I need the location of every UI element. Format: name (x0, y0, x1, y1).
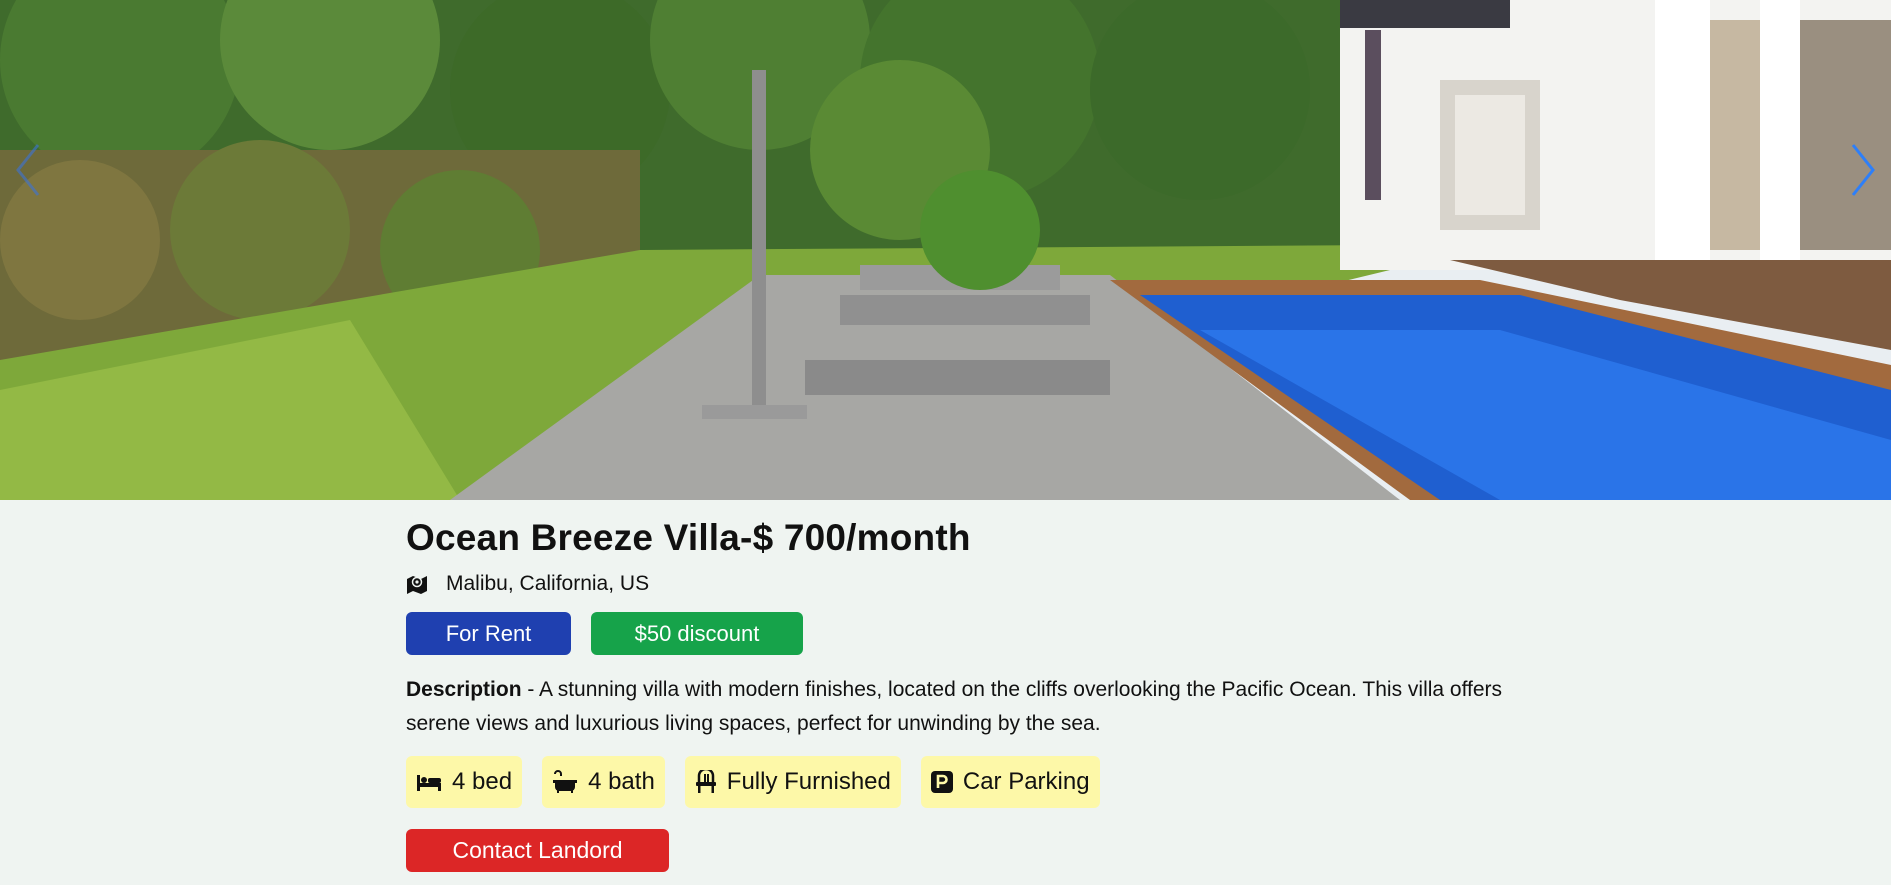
parking-icon (930, 771, 953, 793)
image-carousel[interactable] (0, 0, 1891, 500)
description-text: - A stunning villa with modern finishes,… (406, 678, 1503, 735)
discount-badge: $50 discount (591, 612, 803, 655)
bed-icon (417, 775, 441, 791)
feature-bed-label: 4 bed (452, 768, 513, 795)
feature-parking: Car Parking (920, 756, 1100, 808)
villa-pool-photo (0, 0, 1891, 500)
carousel-next-button[interactable] (1843, 140, 1883, 200)
contact-landlord-button[interactable]: Contact Landord (406, 829, 669, 872)
feature-bath: 4 bath (542, 756, 665, 808)
listing-description: Description - A stunning villa with mode… (406, 673, 1516, 741)
feature-bath-label: 4 bath (588, 768, 655, 795)
location-text: Malibu, California, US (446, 572, 650, 595)
listing-location: Malibu, California, US (406, 570, 1506, 598)
listing-features: 4 bed 4 bath Fully Furnished Car Parking (406, 756, 1506, 808)
chair-icon (695, 770, 716, 793)
bath-icon (553, 770, 578, 793)
for-rent-badge: For Rent (406, 612, 571, 655)
listing-details: Ocean Breeze Villa-$ 700/month Malibu, C… (406, 514, 1506, 872)
chevron-left-icon (16, 144, 40, 196)
feature-parking-label: Car Parking (962, 768, 1090, 795)
feature-furnished: Fully Furnished (684, 756, 901, 808)
listing-title: Ocean Breeze Villa-$ 700/month (406, 517, 971, 558)
feature-bed: 4 bed (406, 756, 523, 808)
description-label: Description (406, 678, 522, 701)
feature-furnished-label: Fully Furnished (726, 768, 891, 795)
map-pin-icon (407, 576, 427, 594)
carousel-prev-button[interactable] (8, 140, 48, 200)
listing-tags: For Rent $50 discount (406, 612, 1506, 655)
chevron-right-icon (1851, 144, 1875, 196)
